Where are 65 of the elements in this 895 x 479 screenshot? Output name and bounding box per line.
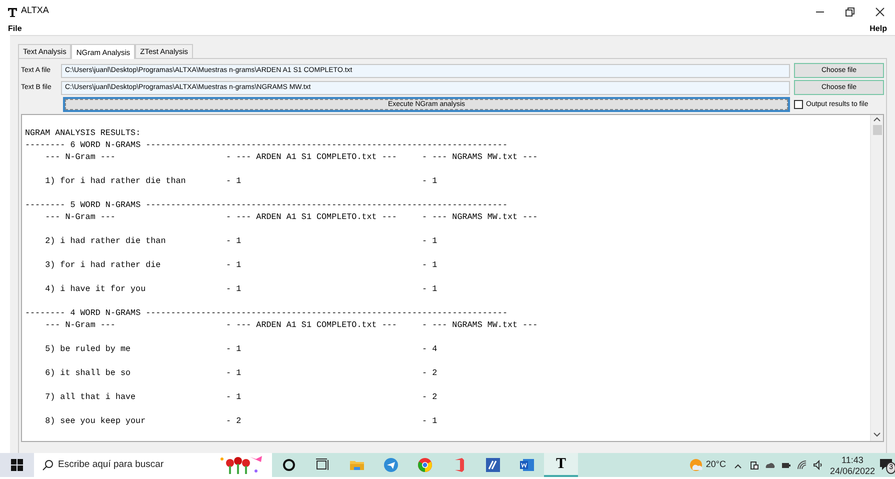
result-cell: - 2 xyxy=(422,368,438,378)
search-field[interactable]: Escribe aquí para buscar xyxy=(34,453,272,477)
temperature-text: 20°C xyxy=(706,458,726,472)
result-cell: - 1 xyxy=(422,236,438,246)
result-cell: - 2 xyxy=(422,392,438,402)
column-header: --- N-Gram --- xyxy=(44,211,116,224)
scroll-down-icon[interactable] xyxy=(873,431,881,440)
task-view-icon xyxy=(315,457,331,473)
taskbar-app-button[interactable]: T xyxy=(544,453,578,477)
search-icon xyxy=(42,459,54,471)
column-header: - --- ARDEN A1 S1 COMPLETO.txt --- xyxy=(226,319,398,332)
result-cell: - 1 xyxy=(422,260,438,270)
result-cell-text: 7) all that i have xyxy=(44,391,137,404)
scrollbar-thumb[interactable] xyxy=(872,125,882,136)
device-icon[interactable] xyxy=(748,460,759,470)
results-title: NGRAM ANALYSIS RESULTS: xyxy=(25,128,141,138)
column-header: - --- NGRAMS MW.txt --- xyxy=(422,320,538,330)
window-title: ALTXA xyxy=(21,4,49,18)
column-header: - --- NGRAMS MW.txt --- xyxy=(422,152,538,162)
result-cell: - 1 xyxy=(422,416,438,426)
result-cell-text: - 1 xyxy=(226,343,242,356)
chrome-icon xyxy=(417,457,433,473)
column-header: - --- ARDEN A1 S1 COMPLETO.txt --- xyxy=(226,211,398,224)
result-cell: - 1 xyxy=(422,176,438,186)
result-cell-text: - 1 xyxy=(226,367,242,380)
result-cell: - 4 xyxy=(422,344,438,354)
speaker-icon[interactable] xyxy=(812,460,823,470)
result-cell-text: 2) i had rather die than xyxy=(44,235,167,248)
column-header: - --- NGRAMS MW.txt --- xyxy=(422,212,538,222)
checkbox[interactable] xyxy=(794,100,803,110)
column-header: --- N-Gram --- xyxy=(44,319,116,332)
circle-icon xyxy=(281,457,297,473)
menu-item[interactable]: File xyxy=(8,22,22,34)
result-cell-text: 5) be ruled by me xyxy=(44,343,132,356)
paper-plane-icon xyxy=(383,457,399,473)
result-cell-text: 1) for i had rather die than xyxy=(44,175,187,188)
battery-icon[interactable] xyxy=(780,460,791,470)
section-divider-text: -------- 5 WORD N-GRAMS ------------------------------------------------------------------------ xyxy=(25,200,508,210)
cloud-icon[interactable] xyxy=(764,460,775,470)
result-cell: - 1 xyxy=(422,284,438,294)
column-header: - --- ARDEN A1 S1 COMPLETO.txt --- xyxy=(226,151,398,164)
scroll-up-icon[interactable] xyxy=(873,115,881,124)
result-cell-text: 4) i have it for you xyxy=(44,283,147,296)
result-cell-text: - 1 xyxy=(226,283,242,296)
windows-start-icon[interactable] xyxy=(11,459,23,471)
result-cell-text: - 1 xyxy=(226,391,242,404)
clock-time: 11:43 xyxy=(842,455,864,466)
result-cell-text: - 2 xyxy=(226,415,242,428)
result-cell-text: 3) for i had rather die xyxy=(44,259,162,272)
result-cell-text: 8) see you keep your xyxy=(44,415,147,428)
column-header: --- N-Gram --- xyxy=(44,151,116,164)
result-cell-text: - 1 xyxy=(226,175,242,188)
search-placeholder: Escribe aquí para buscar xyxy=(58,458,164,472)
pen-icon xyxy=(485,457,501,473)
close-icon[interactable] xyxy=(874,6,886,18)
result-cell-text: 6) it shall be so xyxy=(44,367,132,380)
result-cell-text: - 1 xyxy=(226,259,242,272)
section-divider-text: -------- 4 WORD N-GRAMS ------------------------------------------------------------------------ xyxy=(25,308,508,318)
section-divider-text: -------- 6 WORD N-GRAMS ------------------------------------------------------------------------ xyxy=(25,140,508,150)
result-cell-text: - 1 xyxy=(226,235,242,248)
word-icon xyxy=(519,457,535,473)
clock-date: 24/06/2022 xyxy=(830,466,875,477)
menu-item[interactable]: Help xyxy=(870,22,887,34)
wifi-icon[interactable] xyxy=(796,460,807,470)
restore-icon[interactable] xyxy=(844,6,856,18)
